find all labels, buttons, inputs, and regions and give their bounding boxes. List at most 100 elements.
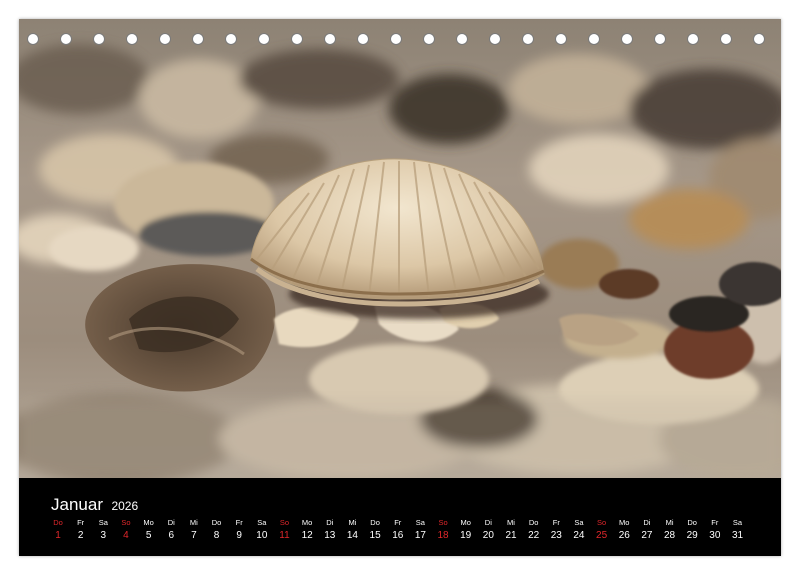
day-number: 27	[641, 530, 653, 541]
day-cell: Mo 5	[138, 518, 160, 544]
weekday-label: Di	[167, 518, 175, 527]
day-cell: Sa 24	[568, 518, 590, 544]
day-number: 19	[460, 530, 472, 541]
weekday-label: Di	[326, 518, 334, 527]
weekday-label: Mi	[507, 518, 515, 527]
binding-hole	[291, 33, 303, 45]
calendar-footer: Januar 2026 Do 1 Fr 2 Sa 3 So 4 Mo 5 Di 6 Mi 7 Do 8 Fr 9 S…	[19, 478, 781, 556]
weekday-label: So	[597, 518, 607, 527]
weekday-label: So	[438, 518, 448, 527]
weekday-label: So	[121, 518, 131, 527]
day-cell: Do 1	[47, 518, 69, 544]
day-cell: Mi 21	[500, 518, 522, 544]
month-title: Januar 2026	[51, 495, 138, 515]
day-number: 8	[213, 530, 220, 541]
day-cell: Sa 17	[409, 518, 431, 544]
calendar-sheet: Januar 2026 Do 1 Fr 2 Sa 3 So 4 Mo 5 Di 6 Mi 7 Do 8 Fr 9 S…	[19, 19, 781, 556]
weekday-label: Mi	[348, 518, 357, 527]
day-cell: Fr 9	[228, 518, 250, 544]
day-number: 23	[550, 530, 562, 541]
weekday-label: Fr	[235, 518, 243, 527]
day-cell: Sa 31	[727, 518, 749, 544]
day-cell: Mo 19	[455, 518, 477, 544]
weekday-label: Mi	[189, 518, 198, 527]
binding-hole	[654, 33, 666, 45]
weekday-label: Sa	[98, 518, 108, 527]
binding-hole	[621, 33, 633, 45]
weekday-label: Sa	[415, 518, 425, 527]
binding-hole	[324, 33, 336, 45]
day-number: 30	[709, 530, 721, 541]
day-cell: Mi 7	[183, 518, 205, 544]
day-number: 4	[123, 530, 129, 541]
day-cell: So 11	[274, 518, 296, 544]
day-cell: Di 13	[319, 518, 341, 544]
weekday-label: Di	[484, 518, 492, 527]
day-cell: Sa 10	[251, 518, 273, 544]
binding-hole	[192, 33, 204, 45]
day-number: 15	[369, 530, 381, 541]
day-number: 6	[168, 530, 175, 541]
day-cell: So 25	[591, 518, 613, 544]
binding-hole	[390, 33, 402, 45]
weekday-label: Mi	[665, 518, 674, 527]
day-number: 13	[324, 530, 336, 541]
weekday-label: Do	[370, 518, 380, 527]
binding-hole	[687, 33, 699, 45]
day-cell: Fr 2	[70, 518, 92, 544]
day-number: 24	[573, 530, 585, 541]
day-cell: So 18	[432, 518, 454, 544]
day-number: 29	[686, 530, 698, 541]
day-number: 5	[145, 530, 152, 541]
weekday-label: Mo	[143, 518, 154, 527]
day-number: 26	[618, 530, 630, 541]
day-cell: Di 20	[477, 518, 499, 544]
weekday-label: Sa	[574, 518, 584, 527]
weekday-label: Mo	[301, 518, 313, 527]
weekday-label: Fr	[711, 518, 719, 527]
weekday-label: Mo	[460, 518, 471, 527]
weekday-label: Fr	[77, 518, 85, 527]
binding-hole	[753, 33, 765, 45]
weekday-label: Do	[528, 518, 539, 527]
day-number: 2	[77, 530, 84, 541]
shell-photo	[19, 19, 781, 478]
weekday-label: Do	[53, 518, 63, 527]
binding-hole	[357, 33, 369, 45]
day-number: 10	[256, 530, 268, 541]
day-number: 1	[55, 530, 61, 541]
day-cell: Mo 12	[296, 518, 318, 544]
binding-hole	[93, 33, 105, 45]
binding-hole	[60, 33, 72, 45]
day-cell: Do 29	[681, 518, 703, 544]
binding-hole	[555, 33, 567, 45]
month-year: 2026	[111, 499, 139, 513]
day-cell: Fr 16	[387, 518, 409, 544]
day-number: 16	[392, 530, 404, 541]
day-number: 7	[191, 530, 197, 541]
day-cell: Di 6	[160, 518, 182, 544]
day-number: 22	[528, 530, 540, 541]
day-cell: Sa 3	[92, 518, 114, 544]
weekday-label: Mo	[619, 518, 630, 527]
weekday-label: Sa	[257, 518, 267, 527]
binding-hole	[489, 33, 501, 45]
binding-hole	[27, 33, 39, 45]
day-number: 3	[100, 530, 107, 541]
binding-hole	[258, 33, 270, 45]
day-cell: Mi 28	[659, 518, 681, 544]
day-number: 14	[346, 530, 358, 541]
day-number: 28	[663, 530, 676, 541]
day-strip: Do 1 Fr 2 Sa 3 So 4 Mo 5 Di 6 Mi 7 Do 8 Fr 9 Sa 10 So 11 Mo 12 D…	[48, 518, 770, 550]
binding-hole	[456, 33, 468, 45]
day-cell: Fr 23	[545, 518, 567, 544]
day-cell: Mi 14	[341, 518, 363, 544]
day-number: 11	[279, 530, 290, 541]
day-cell: So 4	[115, 518, 137, 544]
spiral-binding	[19, 33, 781, 49]
day-number: 31	[731, 530, 744, 541]
weekday-label: Fr	[394, 518, 402, 527]
day-number: 21	[505, 530, 517, 541]
day-cell: Do 15	[364, 518, 386, 544]
calendar-page: Januar 2026 Do 1 Fr 2 Sa 3 So 4 Mo 5 Di 6 Mi 7 Do 8 Fr 9 S…	[0, 0, 800, 575]
